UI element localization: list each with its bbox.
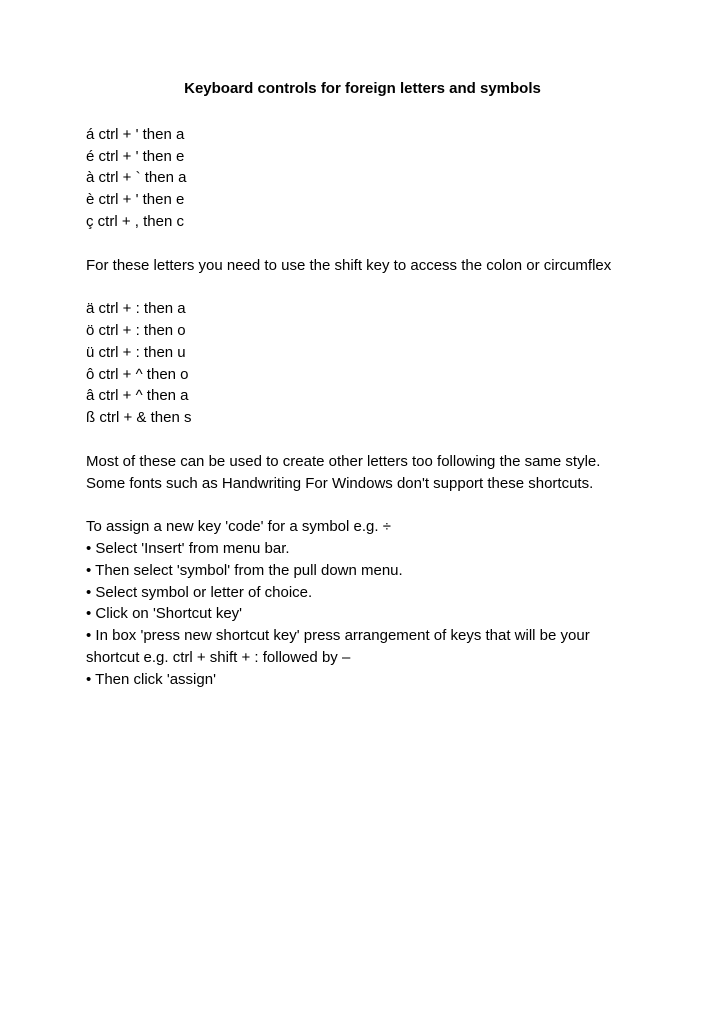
- shortcut-line: è ctrl + ' then e: [86, 189, 639, 211]
- bullet-item: • Then select 'symbol' from the pull dow…: [86, 560, 639, 582]
- shortcut-line: ç ctrl + , then c: [86, 211, 639, 233]
- shortcut-line: ß ctrl + & then s: [86, 407, 639, 429]
- shortcut-line: ô ctrl + ^ then o: [86, 364, 639, 386]
- bullet-text: In box 'press new shortcut key' press ar…: [86, 627, 590, 666]
- shortcut-group-2: ä ctrl + : then a ö ctrl + : then o ü ct…: [86, 298, 639, 429]
- bullet-text: Select symbol or letter of choice.: [95, 584, 312, 601]
- bullet-item: • Select symbol or letter of choice.: [86, 582, 639, 604]
- bullet-item: • Select 'Insert' from menu bar.: [86, 538, 639, 560]
- bullet-text: Select 'Insert' from menu bar.: [95, 540, 289, 557]
- shortcut-line: à ctrl + ` then a: [86, 167, 639, 189]
- shortcut-line: â ctrl + ^ then a: [86, 385, 639, 407]
- shortcut-line: é ctrl + ' then e: [86, 146, 639, 168]
- bullet-text: Click on 'Shortcut key': [95, 605, 242, 622]
- instruction-lead: To assign a new key 'code' for a symbol …: [86, 516, 639, 538]
- shortcut-group-1: á ctrl + ' then a é ctrl + ' then e à ct…: [86, 124, 639, 233]
- shortcut-line: ä ctrl + : then a: [86, 298, 639, 320]
- bullet-text: Then select 'symbol' from the pull down …: [95, 562, 403, 579]
- shortcut-line: ö ctrl + : then o: [86, 320, 639, 342]
- paragraph-font-note: Most of these can be used to create othe…: [86, 451, 639, 495]
- document-title: Keyboard controls for foreign letters an…: [86, 78, 639, 100]
- bullet-item: • Click on 'Shortcut key': [86, 603, 639, 625]
- bullet-item: • In box 'press new shortcut key' press …: [86, 625, 639, 669]
- shortcut-line: á ctrl + ' then a: [86, 124, 639, 146]
- bullet-text: Then click 'assign': [95, 671, 216, 688]
- assign-instructions: To assign a new key 'code' for a symbol …: [86, 516, 639, 690]
- paragraph-shift-note: For these letters you need to use the sh…: [86, 255, 639, 277]
- shortcut-line: ü ctrl + : then u: [86, 342, 639, 364]
- bullet-item: • Then click 'assign': [86, 669, 639, 691]
